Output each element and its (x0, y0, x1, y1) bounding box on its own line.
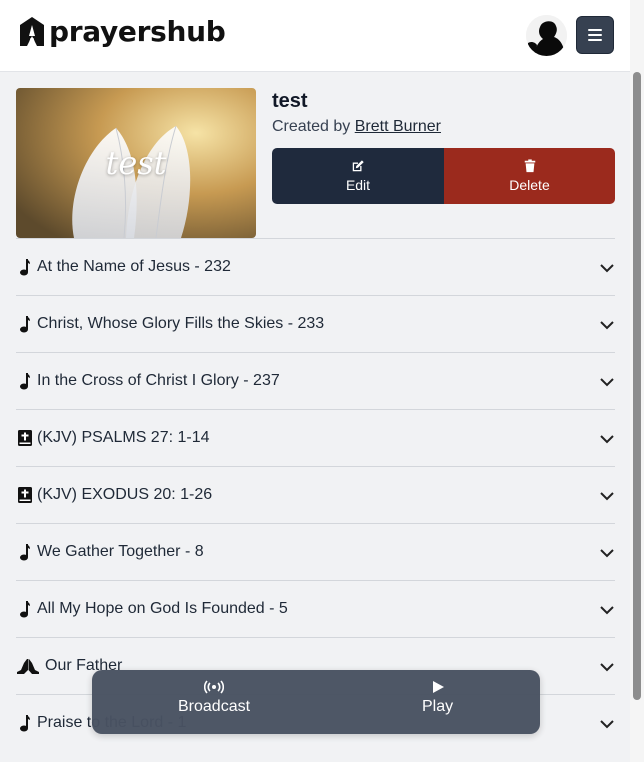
music-note-icon (17, 315, 33, 333)
author-link[interactable]: Brett Burner (355, 118, 441, 135)
list-item[interactable]: At the Name of Jesus - 232 (16, 238, 615, 295)
list-item-label: In the Cross of Christ I Glory - 237 (37, 372, 280, 389)
bars-icon (588, 29, 602, 31)
broadcast-icon (204, 680, 225, 694)
list-item[interactable]: (KJV) EXODUS 20: 1-26 (16, 466, 615, 523)
top-navbar: prayershub (0, 0, 630, 72)
list-item[interactable]: All My Hope on God Is Founded - 5 (16, 580, 615, 637)
cover-title-text: test (105, 144, 167, 182)
list-item-label: (KJV) PSALMS 27: 1-14 (37, 429, 210, 446)
list-item-label: We Gather Together - 8 (37, 543, 204, 560)
chevron-down-icon[interactable] (599, 488, 615, 504)
list-item-label: (KJV) EXODUS 20: 1-26 (37, 486, 213, 503)
menu-button[interactable] (576, 16, 614, 54)
chevron-down-icon[interactable] (599, 317, 615, 333)
delete-button[interactable]: Delete (444, 148, 615, 204)
music-note-icon (17, 600, 33, 618)
chevron-down-icon[interactable] (599, 659, 615, 675)
bible-icon (17, 429, 33, 447)
chevron-down-icon[interactable] (599, 374, 615, 390)
list-item-label: Christ, Whose Glory Fills the Skies - 23… (37, 315, 325, 332)
scrollbar-thumb[interactable] (633, 72, 641, 700)
chevron-down-icon[interactable] (599, 260, 615, 276)
broadcast-button[interactable]: Broadcast (178, 680, 250, 724)
bible-icon (17, 486, 33, 504)
chevron-down-icon[interactable] (599, 602, 615, 618)
playlist-title: test (272, 90, 308, 112)
edit-label: Edit (345, 177, 371, 193)
list-item-label: All My Hope on God Is Founded - 5 (37, 600, 288, 617)
music-note-icon (17, 372, 33, 390)
brand-logo[interactable]: prayershub (18, 16, 226, 48)
praying-hands-icon (17, 657, 39, 675)
delete-label: Delete (509, 177, 550, 193)
list-item[interactable]: (KJV) PSALMS 27: 1-14 (16, 409, 615, 466)
music-note-icon (17, 714, 33, 732)
chevron-down-icon[interactable] (599, 431, 615, 447)
chevron-down-icon[interactable] (599, 716, 615, 732)
list-item[interactable]: In the Cross of Christ I Glory - 237 (16, 352, 615, 409)
list-item-label: At the Name of Jesus - 232 (37, 258, 231, 275)
play-button[interactable]: Play (422, 680, 453, 724)
music-note-icon (17, 258, 33, 276)
edit-icon (352, 160, 364, 172)
broadcast-label: Broadcast (178, 698, 251, 715)
playlist-cover-image: test (16, 88, 256, 238)
created-by-label: Created by (272, 118, 351, 135)
floating-player-bar: Broadcast Play (92, 670, 540, 734)
chevron-down-icon[interactable] (599, 545, 615, 561)
music-note-icon (17, 543, 33, 561)
list-item[interactable]: Christ, Whose Glory Fills the Skies - 23… (16, 295, 615, 352)
trash-icon (524, 159, 535, 173)
avatar-silhouette-icon (526, 15, 567, 56)
user-avatar[interactable] (526, 15, 567, 56)
play-label: Play (422, 698, 454, 715)
logo-mark-icon (20, 17, 44, 46)
created-by-line: Created by Brett Burner (272, 118, 441, 136)
play-icon (432, 681, 444, 693)
list-item[interactable]: We Gather Together - 8 (16, 523, 615, 580)
brand-name: prayershub (49, 15, 226, 48)
edit-button[interactable]: Edit (272, 148, 444, 204)
